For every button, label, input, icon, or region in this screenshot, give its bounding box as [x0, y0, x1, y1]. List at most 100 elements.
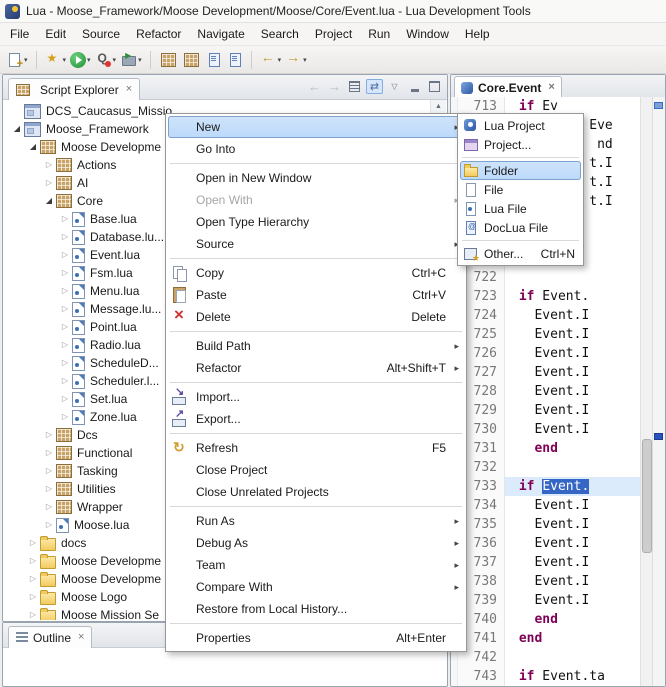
tree-collapsed-icon[interactable]: ▷: [58, 390, 72, 408]
code-line-742[interactable]: 742: [451, 648, 665, 667]
tree-expanded-icon[interactable]: ◢: [10, 120, 24, 138]
code-line-737[interactable]: 737 Event.I: [451, 553, 665, 572]
context-menu-import[interactable]: Import...: [168, 386, 464, 408]
tab-script-explorer[interactable]: Script Explorer ×: [8, 78, 140, 100]
context-menu-run-as[interactable]: Run As▸: [168, 510, 464, 532]
code-line-727[interactable]: 727 Event.I: [451, 363, 665, 382]
close-icon[interactable]: ×: [78, 632, 84, 643]
tree-collapsed-icon[interactable]: ▷: [58, 282, 72, 300]
code-line-730[interactable]: 730 Event.I: [451, 420, 665, 439]
code-line-734[interactable]: 734 Event.I: [451, 496, 665, 515]
tree-collapsed-icon[interactable]: ▷: [42, 426, 56, 444]
context-menu-refactor[interactable]: RefactorAlt+Shift+T▸: [168, 357, 464, 379]
code-line-736[interactable]: 736 Event.I: [451, 534, 665, 553]
code-line-735[interactable]: 735 Event.I: [451, 515, 665, 534]
code-line-722[interactable]: 722: [451, 268, 665, 287]
code-line-724[interactable]: 724 Event.I: [451, 306, 665, 325]
tree-collapsed-icon[interactable]: ▷: [58, 318, 72, 336]
tree-collapsed-icon[interactable]: ▷: [26, 588, 40, 606]
forward-arrow-icon[interactable]: [326, 79, 343, 94]
table-view-2-button[interactable]: [180, 50, 203, 70]
code-line-738[interactable]: 738 Event.I: [451, 572, 665, 591]
tree-collapsed-icon[interactable]: ▷: [58, 372, 72, 390]
context-menu-new[interactable]: New▸: [168, 116, 464, 138]
menubar-run[interactable]: Run: [360, 24, 398, 44]
menubar-navigate[interactable]: Navigate: [189, 24, 252, 44]
tree-expanded-icon[interactable]: ◢: [26, 138, 40, 156]
menubar-search[interactable]: Search: [253, 24, 307, 44]
tree-collapsed-icon[interactable]: ▷: [58, 210, 72, 228]
close-icon[interactable]: ×: [126, 84, 132, 95]
menubar-refactor[interactable]: Refactor: [128, 24, 189, 44]
maximize-icon[interactable]: [426, 79, 443, 94]
close-icon[interactable]: ×: [548, 82, 554, 93]
tree-collapsed-icon[interactable]: ▷: [42, 516, 56, 534]
menubar-edit[interactable]: Edit: [37, 24, 74, 44]
tree-collapsed-icon[interactable]: ▷: [58, 336, 72, 354]
tree-collapsed-icon[interactable]: ▷: [42, 174, 56, 192]
submenu-file[interactable]: File: [460, 180, 581, 199]
back-button[interactable]: ▾: [258, 50, 284, 69]
code-line-741[interactable]: 741 end: [451, 629, 665, 648]
back-arrow-icon[interactable]: [306, 79, 323, 94]
tab-core-event[interactable]: Core.Event ×: [454, 76, 562, 98]
code-line-733[interactable]: 733 if Event.: [451, 477, 665, 496]
tree-collapsed-icon[interactable]: ▷: [58, 408, 72, 426]
menubar-source[interactable]: Source: [74, 24, 128, 44]
tree-collapsed-icon[interactable]: ▷: [58, 228, 72, 246]
code-line-723[interactable]: 723 if Event.: [451, 287, 665, 306]
submenu-lua-project[interactable]: Lua Project: [460, 116, 581, 135]
link-with-editor-icon[interactable]: [366, 79, 383, 94]
context-menu-open-type-hierarchy[interactable]: Open Type Hierarchy: [168, 211, 464, 233]
forward-button[interactable]: ▾: [283, 50, 309, 69]
submenu-other[interactable]: Other...Ctrl+N: [460, 244, 581, 263]
context-menu-restore-from-local-history[interactable]: Restore from Local History...: [168, 598, 464, 620]
tree-collapsed-icon[interactable]: ▷: [58, 264, 72, 282]
menubar-project[interactable]: Project: [307, 24, 360, 44]
menubar-help[interactable]: Help: [457, 24, 498, 44]
tree-collapsed-icon[interactable]: ▷: [26, 552, 40, 570]
tree-collapsed-icon[interactable]: ▷: [42, 156, 56, 174]
context-menu-team[interactable]: Team▸: [168, 554, 464, 576]
tree-collapsed-icon[interactable]: ▷: [58, 246, 72, 264]
context-menu-source[interactable]: Source▸: [168, 233, 464, 255]
submenu-project[interactable]: Project...: [460, 135, 581, 154]
code-line-743[interactable]: 743 if Event.ta: [451, 667, 665, 686]
code-line-729[interactable]: 729 Event.I: [451, 401, 665, 420]
context-menu-compare-with[interactable]: Compare With▸: [168, 576, 464, 598]
collapse-all-icon[interactable]: [346, 79, 363, 94]
tree-expanded-icon[interactable]: ◢: [42, 192, 56, 210]
tree-collapsed-icon[interactable]: ▷: [42, 462, 56, 480]
context-menu-close-project[interactable]: Close Project: [168, 459, 464, 481]
code-line-739[interactable]: 739 Event.I: [451, 591, 665, 610]
code-line-728[interactable]: 728 Event.I: [451, 382, 665, 401]
context-menu-delete[interactable]: DeleteDelete: [168, 306, 464, 328]
new-button[interactable]: ▾: [4, 50, 30, 69]
submenu-doclua-file[interactable]: DocLua File: [460, 218, 581, 237]
external-tools-button[interactable]: ▾: [118, 50, 144, 69]
run-button[interactable]: ▾: [68, 51, 93, 69]
minimize-icon[interactable]: [406, 79, 423, 94]
context-menu-close-unrelated-projects[interactable]: Close Unrelated Projects: [168, 481, 464, 503]
lua-doc-button[interactable]: [203, 50, 224, 69]
context-menu-copy[interactable]: CopyCtrl+C: [168, 262, 464, 284]
tree-collapsed-icon[interactable]: ▷: [42, 498, 56, 516]
tree-collapsed-icon[interactable]: ▷: [26, 570, 40, 588]
context-menu-paste[interactable]: PasteCtrl+V: [168, 284, 464, 306]
context-menu-export[interactable]: Export...: [168, 408, 464, 430]
context-menu-refresh[interactable]: RefreshF5: [168, 437, 464, 459]
code-line-726[interactable]: 726 Event.I: [451, 344, 665, 363]
code-line-740[interactable]: 740 end: [451, 610, 665, 629]
tree-collapsed-icon[interactable]: ▷: [42, 480, 56, 498]
context-menu-build-path[interactable]: Build Path▸: [168, 335, 464, 357]
tree-collapsed-icon[interactable]: ▷: [42, 444, 56, 462]
annotation-marker[interactable]: [654, 102, 663, 109]
scroll-up-icon[interactable]: ▲: [431, 103, 446, 110]
view-menu-icon[interactable]: [386, 79, 403, 94]
code-line-731[interactable]: 731 end: [451, 439, 665, 458]
context-menu-go-into[interactable]: Go Into: [168, 138, 464, 160]
new-lua-wizard-button[interactable]: ▾: [43, 50, 69, 69]
tree-collapsed-icon[interactable]: ▷: [58, 300, 72, 318]
context-menu-properties[interactable]: PropertiesAlt+Enter: [168, 627, 464, 649]
submenu-lua-file[interactable]: Lua File: [460, 199, 581, 218]
